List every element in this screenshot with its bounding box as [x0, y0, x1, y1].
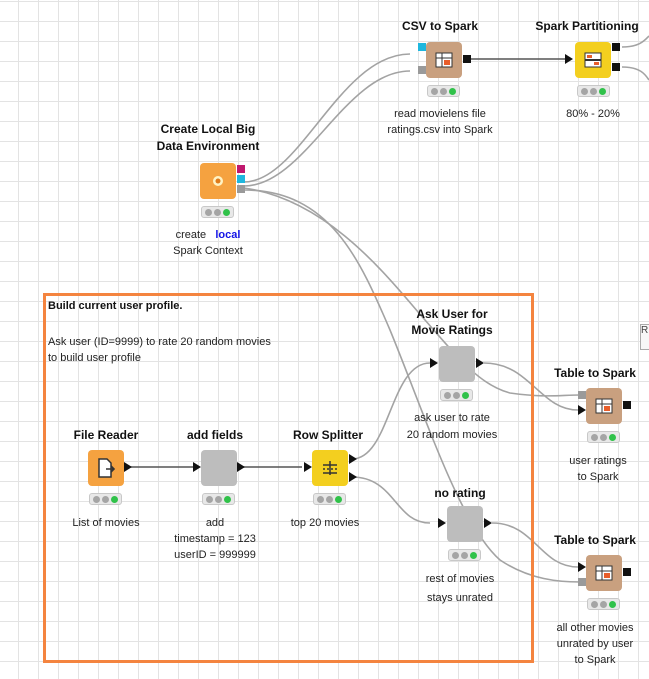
- status-lights: [89, 493, 122, 505]
- node-caption-add-fields-2: timestamp = 123: [174, 533, 256, 545]
- node-spark-partitioning[interactable]: [575, 42, 611, 78]
- file-reader-icon: [96, 458, 116, 478]
- node-title-ask-user-2: Movie Ratings: [411, 323, 493, 337]
- spark-table-icon: [594, 396, 614, 416]
- node-caption-csv-1: read movielens file: [394, 108, 486, 120]
- node-caption-row-splitter: top 20 movies: [290, 517, 360, 529]
- node-title-add-fields: add fields: [186, 428, 243, 442]
- node-caption-add-fields-3: userID = 999999: [174, 549, 256, 561]
- node-caption-csv-2: ratings.csv into Spark: [387, 124, 493, 136]
- port-out[interactable]: [476, 358, 484, 368]
- node-csv-to-spark[interactable]: [426, 42, 462, 78]
- node-caption-add-fields-1: add: [205, 517, 225, 529]
- port-out-1[interactable]: [612, 43, 620, 51]
- port-out-2[interactable]: [349, 472, 357, 482]
- wire-partition-out-1: [621, 35, 649, 48]
- node-title-ask-user-1: Ask User for: [416, 307, 488, 321]
- port-out-3[interactable]: [237, 185, 245, 193]
- port-out[interactable]: [623, 401, 631, 409]
- status-lights: [448, 549, 481, 561]
- caption-prefix: create: [175, 229, 207, 241]
- status-lights: [201, 206, 234, 218]
- port-in-1[interactable]: [578, 391, 586, 399]
- port-out[interactable]: [623, 568, 631, 576]
- node-table-to-spark-2[interactable]: [586, 555, 622, 591]
- port-out[interactable]: [124, 462, 132, 472]
- node-title-spark-partitioning: Spark Partitioning: [535, 19, 639, 33]
- node-caption-table-to-spark-1a: user ratings: [569, 455, 627, 467]
- port-out[interactable]: [463, 55, 471, 63]
- caption-local-highlight: local: [215, 229, 241, 241]
- node-caption-create-env: create local: [158, 227, 258, 244]
- port-in[interactable]: [438, 518, 446, 528]
- port-in[interactable]: [565, 54, 573, 64]
- spark-star-icon: [208, 171, 228, 191]
- port-in-2[interactable]: [578, 578, 586, 586]
- node-table-to-spark-1[interactable]: [586, 388, 622, 424]
- port-out-2[interactable]: [237, 175, 245, 183]
- annotation-title: Build current user profile.: [48, 300, 183, 312]
- node-file-reader[interactable]: [88, 450, 124, 486]
- port-out-1[interactable]: [349, 454, 357, 464]
- node-caption-no-rating-1: rest of movies: [425, 573, 495, 585]
- port-out-2[interactable]: [612, 63, 620, 71]
- node-title-csv-to-spark: CSV to Spark: [401, 19, 479, 33]
- node-create-local-env[interactable]: [200, 163, 236, 199]
- port-in-1[interactable]: [418, 43, 426, 51]
- node-title-table-to-spark-2: Table to Spark: [554, 533, 636, 547]
- port-in[interactable]: [430, 358, 438, 368]
- status-lights: [587, 431, 620, 443]
- status-lights: [577, 85, 610, 97]
- node-title-create-env-1: Create Local Big: [160, 122, 256, 136]
- node-title-file-reader: File Reader: [73, 428, 139, 442]
- clipped-node-label[interactable]: R: [640, 324, 649, 350]
- node-title-no-rating: no rating: [434, 486, 486, 500]
- clipped-node-text: R: [641, 325, 649, 336]
- annotation-line1: Ask user (ID=9999) to rate 20 random mov…: [48, 336, 271, 348]
- node-caption-ask-user-2: 20 random movies: [406, 429, 498, 441]
- node-caption-file-reader: List of movies: [72, 517, 140, 529]
- status-lights: [202, 493, 235, 505]
- port-out[interactable]: [484, 518, 492, 528]
- port-in-2[interactable]: [578, 405, 586, 415]
- port-in-2[interactable]: [418, 66, 426, 74]
- node-caption-table-to-spark-1b: to Spark: [577, 471, 619, 483]
- port-in-1[interactable]: [578, 562, 586, 572]
- port-out-1[interactable]: [237, 165, 245, 173]
- status-lights: [313, 493, 346, 505]
- spark-table-icon: [594, 563, 614, 583]
- port-in[interactable]: [304, 462, 312, 472]
- status-lights: [427, 85, 460, 97]
- node-title-create-env-2: Data Environment: [156, 139, 260, 153]
- status-lights: [587, 598, 620, 610]
- node-title-table-to-spark-1: Table to Spark: [554, 366, 636, 380]
- wire-partition-out-2: [621, 66, 649, 81]
- port-out[interactable]: [237, 462, 245, 472]
- node-title-row-splitter: Row Splitter: [292, 428, 363, 442]
- node-no-rating[interactable]: [447, 506, 483, 542]
- node-row-splitter[interactable]: [312, 450, 348, 486]
- node-caption-table-to-spark-2c: to Spark: [574, 654, 616, 666]
- node-caption-table-to-spark-2a: all other movies: [556, 622, 634, 634]
- node-caption-create-env-2: Spark Context: [173, 245, 243, 257]
- row-splitter-icon: [320, 458, 340, 478]
- annotation-line2: to build user profile: [48, 352, 141, 364]
- node-caption-no-rating-2: stays unrated: [426, 592, 494, 604]
- node-caption-table-to-spark-2b: unrated by user: [556, 638, 634, 650]
- node-caption-ask-user-1: ask user to rate: [414, 412, 490, 424]
- partition-icon: [583, 50, 603, 70]
- node-ask-user[interactable]: [439, 346, 475, 382]
- status-lights: [440, 389, 473, 401]
- port-in[interactable]: [193, 462, 201, 472]
- node-caption-partitioning: 80% - 20%: [566, 108, 620, 120]
- spark-table-icon: [434, 50, 454, 70]
- node-add-fields[interactable]: [201, 450, 237, 486]
